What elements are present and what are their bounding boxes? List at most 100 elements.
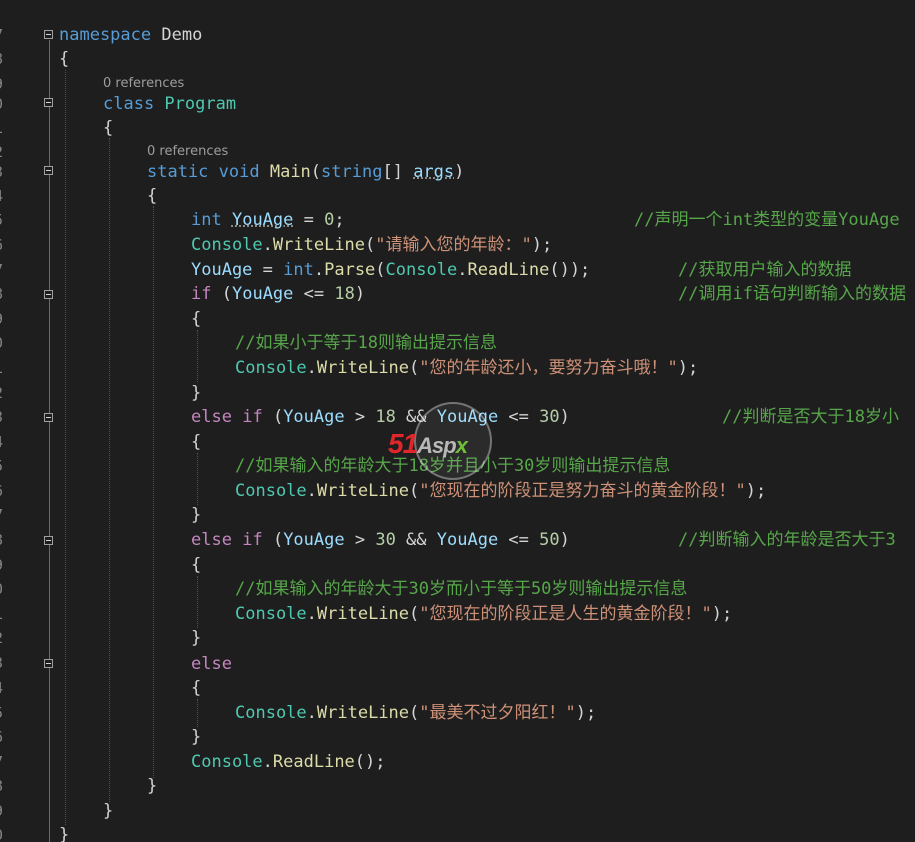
brace: { — [191, 432, 202, 452]
keyword: if — [191, 284, 212, 304]
punctuation: ( — [409, 604, 420, 624]
code-line[interactable]: { — [191, 430, 201, 454]
code-line[interactable]: else — [191, 652, 232, 676]
code-comment: //如果小于等于18则输出提示信息 — [235, 333, 497, 353]
operator: && — [395, 407, 437, 427]
code-line[interactable]: } — [191, 503, 201, 527]
variable: YouAge — [191, 260, 253, 280]
punctuation: . — [306, 703, 317, 723]
line-number: 1 — [0, 116, 6, 140]
code-line[interactable]: int YouAge = 0; — [191, 208, 345, 232]
codelens-references[interactable]: 0 references — [103, 75, 184, 93]
punctuation: . — [306, 604, 317, 624]
line-number: 7 — [0, 750, 6, 774]
class-name: Program — [154, 94, 237, 114]
codelens-references[interactable]: 0 references — [147, 143, 228, 161]
variable: YouAge — [436, 530, 499, 550]
punctuation: ); — [575, 703, 597, 723]
line-number: 6 — [0, 479, 6, 503]
code-line[interactable]: { — [191, 553, 201, 577]
brace: { — [191, 309, 202, 329]
code-line[interactable]: Console.WriteLine("您现在的阶段正是人生的黄金阶段！"); — [235, 602, 732, 626]
code-line[interactable]: { — [147, 184, 157, 208]
code-line[interactable]: else if (YouAge > 18 && YouAge <= 30) — [191, 405, 570, 429]
collapse-namespace-icon[interactable] — [44, 30, 53, 39]
code-line[interactable]: { — [59, 47, 69, 71]
code-line[interactable]: } — [191, 381, 201, 405]
string-literal: "您现在的阶段正是努力奋斗的黄金阶段！" — [419, 481, 746, 501]
line-number: 8 — [0, 774, 6, 798]
collapse-class-icon[interactable] — [44, 98, 53, 107]
collapse-elseif2-icon[interactable] — [44, 536, 53, 545]
line-number: 1 — [0, 356, 6, 380]
brace: { — [147, 186, 158, 206]
code-line[interactable]: if (YouAge <= 18) — [191, 282, 365, 306]
collapse-method-icon[interactable] — [44, 166, 53, 175]
namespace-name: Demo — [151, 25, 203, 45]
string-literal: "您现在的阶段正是人生的黄金阶段！" — [419, 604, 712, 624]
number: 18 — [334, 284, 355, 304]
keyword: int — [191, 210, 222, 230]
brace: { — [191, 678, 202, 698]
punctuation: ( — [272, 530, 284, 550]
code-line[interactable]: Console.WriteLine("您的年龄还小，要努力奋斗哦！"); — [235, 356, 698, 380]
indent-guide — [197, 453, 198, 505]
code-line[interactable]: } — [191, 626, 201, 650]
punctuation: (); — [354, 752, 386, 772]
method-name: ReadLine — [272, 752, 355, 772]
line-number: 8 — [0, 528, 6, 552]
line-number: 7 — [0, 23, 6, 47]
punctuation: ) — [354, 284, 366, 304]
collapse-elseif1-icon[interactable] — [44, 413, 53, 422]
class-name: Console — [235, 604, 307, 624]
code-line[interactable]: class Program — [103, 92, 236, 116]
line-number: 0 — [0, 331, 6, 355]
operator: = — [293, 210, 325, 230]
line-number: 3 — [0, 160, 6, 184]
code-line[interactable]: } — [191, 725, 201, 749]
code-line[interactable]: YouAge = int.Parse(Console.ReadLine()); — [191, 258, 590, 282]
punctuation: . — [306, 481, 317, 501]
code-line[interactable]: { — [103, 116, 113, 140]
punctuation: ( — [409, 481, 420, 501]
code-line[interactable]: } — [59, 823, 69, 842]
keyword: else — [191, 407, 232, 427]
string-literal: "最美不过夕阳红！" — [419, 703, 576, 723]
code-line[interactable]: else if (YouAge > 30 && YouAge <= 50) — [191, 528, 570, 552]
code-line[interactable]: Console.WriteLine("最美不过夕阳红！"); — [235, 701, 596, 725]
punctuation: ) — [454, 162, 465, 182]
code-line[interactable]: } — [147, 774, 157, 798]
punctuation: . — [457, 260, 468, 280]
operator: <= — [498, 530, 540, 550]
code-line[interactable]: Console.WriteLine("请输入您的年龄："); — [191, 233, 552, 257]
operator: > — [344, 407, 376, 427]
method-name: WriteLine — [272, 235, 366, 255]
punctuation: . — [262, 752, 273, 772]
line-number: 8 — [0, 47, 6, 71]
collapse-else-icon[interactable] — [44, 659, 53, 668]
code-line[interactable]: namespace Demo — [59, 23, 202, 47]
method-name: ReadLine — [467, 260, 550, 280]
indent-guide — [197, 699, 198, 727]
code-line[interactable]: { — [191, 676, 201, 700]
code-editor[interactable]: 7 8 9 0 1 2 3 4 5 6 7 8 9 0 1 2 3 4 5 6 … — [0, 0, 915, 842]
code-line[interactable]: } — [103, 799, 113, 823]
code-comment: //调用if语句判断输入的数据 — [678, 284, 906, 304]
brace: } — [191, 505, 202, 525]
variable: YouAge — [231, 210, 294, 230]
outline-line — [49, 40, 50, 842]
code-line[interactable]: Console.ReadLine(); — [191, 750, 386, 774]
code-comment: //判断输入的年龄是否大于3 — [678, 530, 896, 550]
line-number: 9 — [0, 799, 6, 823]
code-line[interactable]: static void Main(string[] args) — [147, 160, 464, 184]
collapse-if-icon[interactable] — [44, 290, 53, 299]
punctuation: . — [306, 358, 317, 378]
line-number: 4 — [0, 184, 6, 208]
number: 30 — [375, 530, 396, 550]
brace: { — [103, 118, 114, 138]
class-name: Console — [235, 481, 307, 501]
code-line[interactable]: { — [191, 307, 201, 331]
code-line[interactable]: Console.WriteLine("您现在的阶段正是努力奋斗的黄金阶段！"); — [235, 479, 766, 503]
number: 18 — [375, 407, 396, 427]
brace: { — [59, 49, 70, 69]
